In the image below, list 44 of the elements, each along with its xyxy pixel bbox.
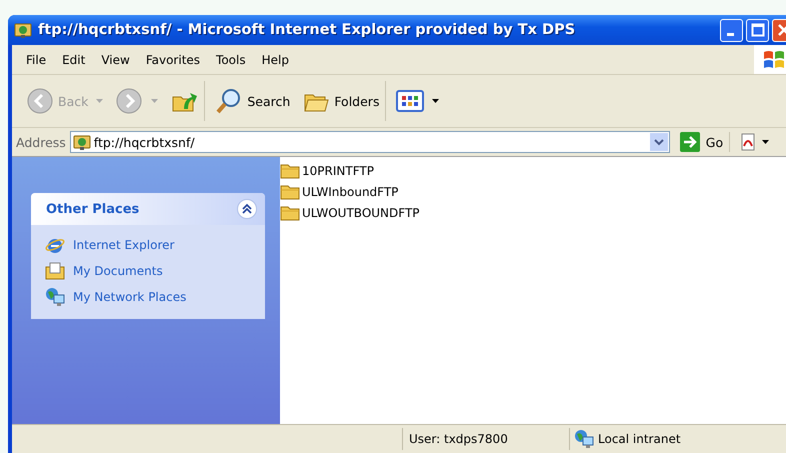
documents-folder-icon <box>45 261 65 281</box>
minimize-button[interactable] <box>720 18 743 42</box>
windows-flag-icon <box>754 45 786 74</box>
search-button[interactable]: Search <box>209 81 296 121</box>
menu-item[interactable]: File <box>18 52 54 66</box>
folder-icon <box>280 162 300 178</box>
folder-name[interactable]: ULWOUTBOUNDFTP <box>302 206 420 220</box>
chevron-down-icon <box>654 138 664 146</box>
maximize-icon <box>750 23 764 37</box>
address-field[interactable]: ftp://hqcrbtxsnf/ <box>70 131 670 153</box>
place-link[interactable]: Internet Explorer <box>73 238 174 252</box>
caret-icon <box>96 99 104 103</box>
menu-item[interactable]: View <box>93 52 138 66</box>
caret-icon <box>762 140 770 144</box>
network-globe-icon <box>574 429 594 449</box>
maximize-button[interactable] <box>746 18 769 42</box>
menu-item[interactable]: Help <box>254 52 297 66</box>
views-grid-icon <box>396 89 424 113</box>
zone-status: Local intranet <box>598 432 681 446</box>
collapse-button[interactable] <box>237 199 257 219</box>
menu-item[interactable]: Edit <box>54 52 94 66</box>
menu-item[interactable]: Tools <box>208 52 254 66</box>
double-chevron-icon <box>241 203 253 215</box>
network-folder-icon <box>72 133 91 151</box>
menu-item[interactable]: Favorites <box>138 52 208 66</box>
folder-icon <box>280 204 300 220</box>
folder-name[interactable]: ULWInboundFTP <box>302 184 398 198</box>
folder-icon <box>280 184 300 200</box>
arrow-right-icon <box>680 132 700 152</box>
network-folder-icon <box>14 21 32 39</box>
folders-button[interactable]: Folders <box>296 81 386 121</box>
window-title: ftp://hqcrbtxsnf/ - Microsoft Internet Explorer provided by Tx DPS <box>38 22 576 38</box>
caret-icon <box>432 99 440 103</box>
user-status: User: txdps7800 <box>409 432 508 446</box>
dropdown-button[interactable] <box>650 133 668 151</box>
minimize-icon <box>726 32 734 36</box>
network-globe-icon <box>45 287 65 307</box>
folder-name[interactable]: 10PRINTFTP <box>302 164 374 178</box>
address-label: Address <box>16 134 66 150</box>
place-link[interactable]: My Documents <box>73 264 163 278</box>
caret-icon <box>151 99 158 103</box>
place-link[interactable]: My Network Places <box>73 290 186 304</box>
go-button[interactable]: Go <box>674 132 730 152</box>
panel-title[interactable]: Other Places <box>46 202 140 216</box>
